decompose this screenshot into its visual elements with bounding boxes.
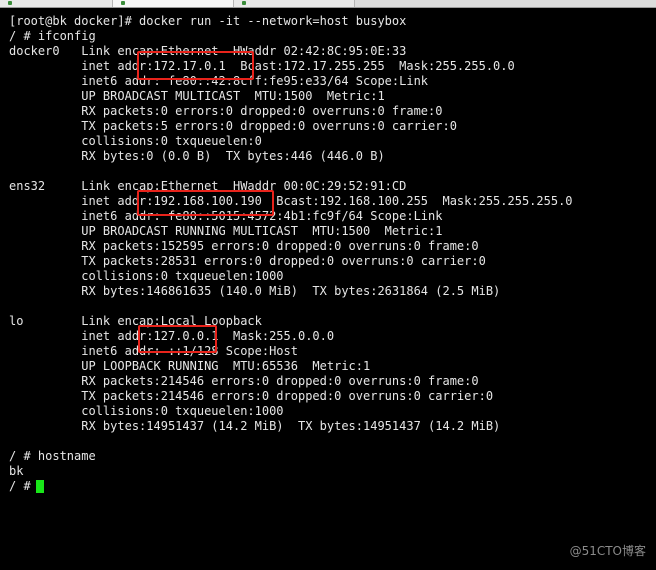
session-icon (8, 1, 12, 5)
terminal-line: UP BROADCAST MULTICAST MTU:1500 Metric:1 (9, 89, 385, 103)
terminal-line: RX packets:152595 errors:0 dropped:0 ove… (9, 239, 479, 253)
terminal-line: [root@bk docker]# docker run -it --netwo… (9, 14, 407, 28)
terminal-line: TX packets:28531 errors:0 dropped:0 over… (9, 254, 486, 268)
terminal-line: bk (9, 464, 24, 478)
terminal-line: RX bytes:14951437 (14.2 MiB) TX bytes:14… (9, 419, 501, 433)
highlight-box-docker0-addr (137, 51, 254, 80)
terminal-line: RX packets:214546 errors:0 dropped:0 ove… (9, 374, 479, 388)
watermark: @51CTO博客 (569, 544, 646, 558)
session-tab-1[interactable] (0, 0, 113, 7)
tab-bar (0, 0, 656, 8)
terminal-line: TX packets:5 errors:0 dropped:0 overruns… (9, 119, 457, 133)
terminal-line: / # ifconfig (9, 29, 96, 43)
terminal-line: RX bytes:146861635 (140.0 MiB) TX bytes:… (9, 284, 501, 298)
terminal-line: lo Link encap:Local Loopback (9, 314, 262, 328)
terminal-cursor (36, 480, 44, 493)
session-icon (242, 1, 246, 5)
terminal-line: / # (9, 479, 38, 493)
terminal-line: collisions:0 txqueuelen:1000 (9, 269, 284, 283)
terminal-line: collisions:0 txqueuelen:0 (9, 134, 262, 148)
terminal-line: / # hostname (9, 449, 96, 463)
session-tab-3[interactable] (234, 0, 355, 7)
terminal-line: collisions:0 txqueuelen:1000 (9, 404, 284, 418)
terminal-line: inet addr:192.168.100.190 Bcast:192.168.… (9, 194, 573, 208)
highlight-box-lo-addr (138, 325, 217, 353)
highlight-box-ens32-addr (137, 190, 274, 216)
session-tab-2[interactable] (113, 0, 234, 7)
terminal-line: UP LOOPBACK RUNNING MTU:65536 Metric:1 (9, 359, 371, 373)
session-icon (121, 1, 125, 5)
terminal-output[interactable]: [root@bk docker]# docker run -it --netwo… (0, 8, 656, 570)
terminal-line: TX packets:214546 errors:0 dropped:0 ove… (9, 389, 494, 403)
terminal-line: UP BROADCAST RUNNING MULTICAST MTU:1500 … (9, 224, 443, 238)
terminal-line: RX bytes:0 (0.0 B) TX bytes:446 (446.0 B… (9, 149, 385, 163)
terminal-line: inet addr:172.17.0.1 Bcast:172.17.255.25… (9, 59, 515, 73)
terminal-line: RX packets:0 errors:0 dropped:0 overruns… (9, 104, 443, 118)
